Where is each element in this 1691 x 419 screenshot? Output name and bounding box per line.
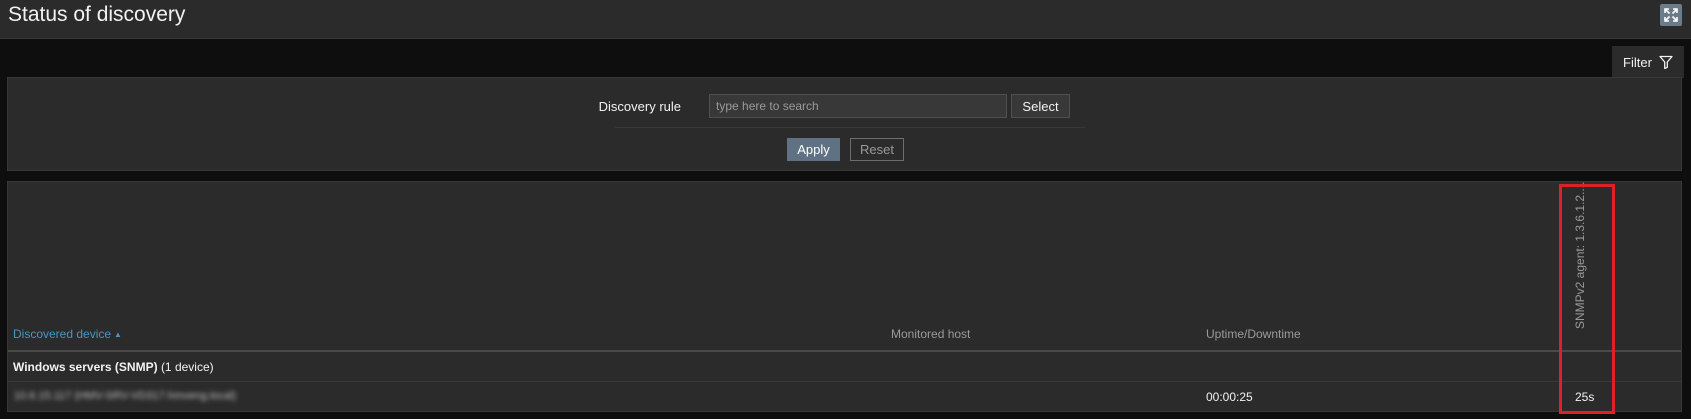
- reset-button[interactable]: Reset: [850, 138, 904, 161]
- column-header-monitored-host: Monitored host: [891, 327, 971, 341]
- funnel-icon: [1659, 55, 1673, 69]
- group-count: (1 device): [160, 360, 214, 374]
- apply-button[interactable]: Apply: [787, 138, 840, 161]
- discovery-rule-label: Discovery rule: [598, 99, 681, 114]
- table-header-divider: [8, 350, 1681, 352]
- page-header: Status of discovery: [0, 0, 1691, 39]
- discovery-table: Discovered device ▲ Monitored host Uptime…: [7, 181, 1682, 412]
- sort-ascending-icon: ▲: [114, 330, 122, 339]
- column-header-discovered-device[interactable]: Discovered device ▲: [13, 327, 122, 341]
- select-button[interactable]: Select: [1011, 94, 1070, 118]
- discovered-device-name: 10.6.15.117 (HMV-SRV-VD317.hmveng.local): [14, 390, 237, 402]
- page-title: Status of discovery: [8, 3, 186, 26]
- fullscreen-icon: [1664, 8, 1678, 22]
- filter-panel: Discovery rule Select Apply Reset: [7, 77, 1682, 171]
- column-header-discovered-device-label: Discovered device: [13, 327, 112, 341]
- column-header-snmp-service: SNMPv2 agent: 1.3.6.1.2....: [1573, 181, 1587, 329]
- uptime-value: 00:00:25: [1206, 390, 1253, 404]
- filter-tab-label: Filter: [1623, 54, 1652, 70]
- filter-divider: [615, 127, 1085, 128]
- filter-tab[interactable]: Filter: [1612, 46, 1684, 78]
- discovery-rule-input[interactable]: [709, 94, 1007, 118]
- service-status-value: 25s: [1575, 390, 1595, 404]
- group-name: Windows servers (SNMP): [13, 360, 158, 374]
- column-header-uptime-downtime: Uptime/Downtime: [1206, 327, 1301, 341]
- row-divider: [8, 381, 1681, 382]
- fullscreen-button[interactable]: [1660, 4, 1682, 26]
- group-row: Windows servers (SNMP) (1 device): [13, 360, 214, 374]
